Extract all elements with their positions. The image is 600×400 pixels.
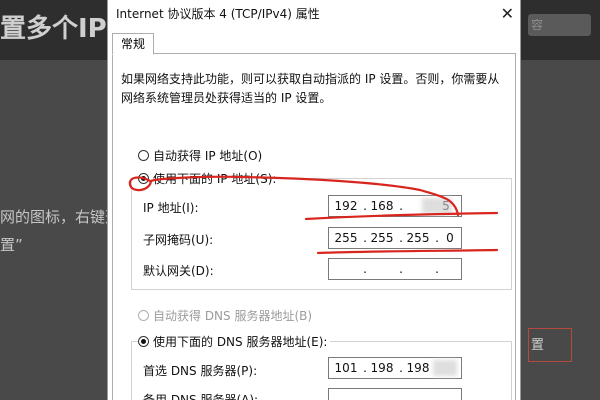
alternate-dns-field[interactable] bbox=[328, 388, 462, 400]
gateway-dot-3: . bbox=[435, 262, 439, 276]
tab-general[interactable]: 常规 bbox=[112, 33, 154, 55]
preferred-dns-field[interactable]: 101 . 198 . 198 bbox=[328, 357, 462, 379]
subnet-dot-1: . bbox=[363, 231, 367, 245]
manual-ip-label: 使用下面的 IP 地址(S): bbox=[153, 172, 277, 186]
ip-octet-4: 5 bbox=[442, 199, 450, 213]
subnet-mask-label: 子网掩码(U): bbox=[143, 233, 214, 247]
ip-address-field[interactable]: 192 . 168 . 5 bbox=[328, 195, 462, 217]
ip-octet-2: 168 bbox=[370, 199, 394, 213]
subnet-dot-2: . bbox=[399, 231, 403, 245]
auto-dns-radio[interactable] bbox=[138, 310, 149, 321]
auto-ip-label: 自动获得 IP 地址(O) bbox=[153, 149, 263, 163]
ip-address-label: IP 地址(I): bbox=[143, 201, 199, 215]
pdns-octet-2: 198 bbox=[370, 361, 394, 375]
auto-dns-option[interactable]: 自动获得 DNS 服务器地址(B) bbox=[138, 307, 312, 324]
ip-dot-1: . bbox=[363, 199, 367, 213]
manual-dns-option[interactable]: 使用下面的 DNS 服务器地址(E): bbox=[138, 333, 331, 350]
subnet-octet-2: 255 bbox=[370, 231, 394, 245]
background-search-box: 容 bbox=[528, 14, 591, 36]
alternate-dns-label: 备用 DNS 服务器(A): bbox=[143, 393, 259, 400]
dialog-titlebar: Internet 协议版本 4 (TCP/IPv4) 属性 ✕ bbox=[108, 0, 520, 28]
subnet-octet-1: 255 bbox=[334, 231, 358, 245]
pdns-dot-2: . bbox=[399, 361, 403, 375]
gateway-label: 默认网关(D): bbox=[143, 264, 214, 278]
manual-dns-radio[interactable] bbox=[138, 336, 149, 347]
background-text-line-2: 置” bbox=[0, 236, 23, 254]
auto-dns-label: 自动获得 DNS 服务器地址(B) bbox=[153, 309, 313, 323]
manual-ip-radio[interactable] bbox=[138, 173, 149, 184]
auto-ip-radio[interactable] bbox=[138, 150, 149, 161]
dialog-title: Internet 协议版本 4 (TCP/IPv4) 属性 bbox=[116, 7, 320, 21]
auto-ip-option[interactable]: 自动获得 IP 地址(O) bbox=[138, 147, 262, 164]
gateway-dot-1: . bbox=[363, 262, 367, 276]
subnet-octet-4: 0 bbox=[446, 231, 454, 245]
close-icon[interactable]: ✕ bbox=[501, 4, 514, 23]
subnet-mask-field[interactable]: 255 . 255 . 255 . 0 bbox=[328, 227, 462, 249]
redacted-blur bbox=[433, 360, 457, 376]
preferred-dns-label: 首选 DNS 服务器(P): bbox=[143, 364, 258, 378]
background-button: 置 bbox=[528, 328, 572, 362]
manual-ip-option[interactable]: 使用下面的 IP 地址(S): bbox=[138, 170, 280, 187]
pdns-octet-1: 101 bbox=[334, 361, 358, 375]
gateway-dot-2: . bbox=[399, 262, 403, 276]
manual-dns-label: 使用下面的 DNS 服务器地址(E): bbox=[153, 335, 328, 349]
background-text-line-1: 网的图标，右键选 bbox=[0, 208, 121, 226]
gateway-field[interactable]: . . . bbox=[328, 258, 462, 280]
subnet-octet-3: 255 bbox=[406, 231, 430, 245]
pdns-dot-1: . bbox=[363, 361, 367, 375]
description-text: 如果网络支持此功能，则可以获取自动指派的 IP 设置。否则，你需要从网络系统管理… bbox=[121, 72, 500, 105]
tcpip-properties-dialog: Internet 协议版本 4 (TCP/IPv4) 属性 ✕ 常规 如果网络支… bbox=[107, 0, 521, 400]
pdns-octet-3: 198 bbox=[406, 361, 430, 375]
ip-dot-2: . bbox=[399, 199, 403, 213]
ip-octet-1: 192 bbox=[334, 199, 358, 213]
